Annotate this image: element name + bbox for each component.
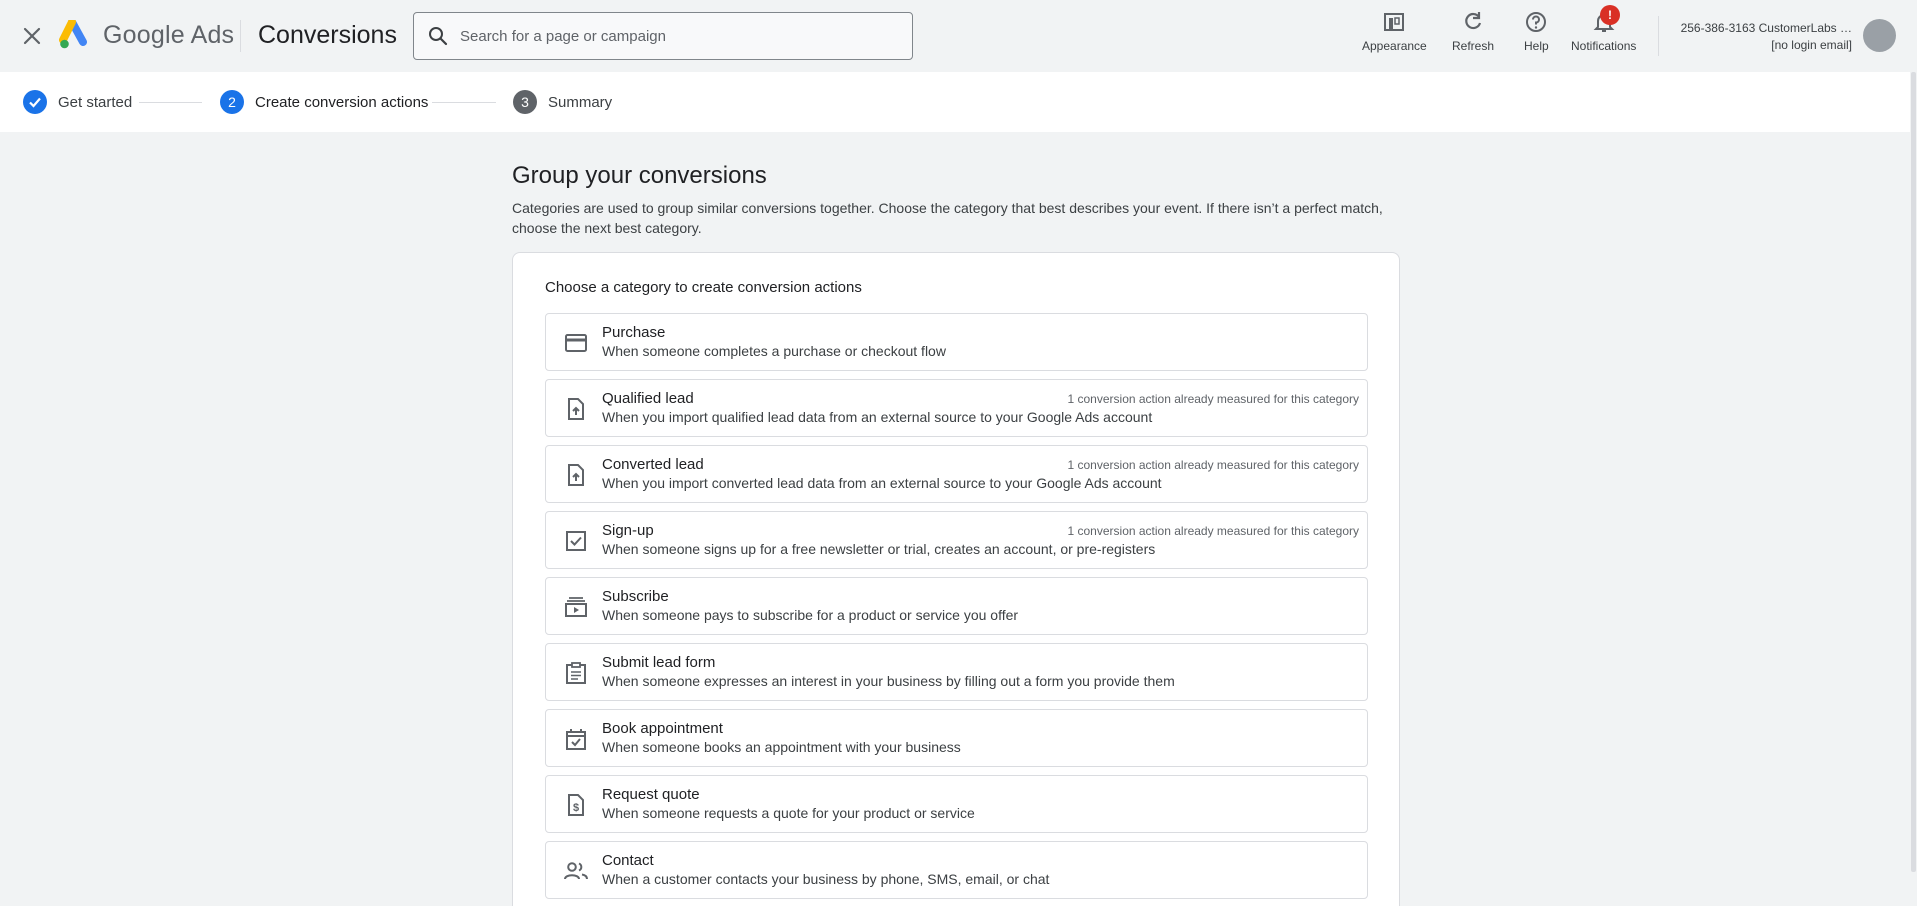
search-icon bbox=[426, 24, 450, 48]
search-box[interactable] bbox=[413, 12, 913, 60]
refresh-button[interactable]: Refresh bbox=[1452, 9, 1494, 59]
step-label: Create conversion actions bbox=[255, 93, 429, 111]
section-description: Categories are used to group similar con… bbox=[512, 200, 1383, 236]
appearance-icon bbox=[1382, 9, 1406, 35]
file-upload-icon bbox=[564, 397, 588, 421]
category-submit-lead-form[interactable]: Submit lead form When someone expresses … bbox=[545, 643, 1368, 701]
notifications-label: Notifications bbox=[1571, 39, 1637, 53]
people-icon bbox=[564, 859, 588, 883]
category-description: When a customer contacts your business b… bbox=[602, 871, 1050, 887]
category-title: Contact bbox=[602, 852, 654, 869]
avatar[interactable] bbox=[1863, 19, 1896, 52]
category-description: When someone signs up for a free newslet… bbox=[602, 541, 1156, 557]
category-description: When someone expresses an interest in yo… bbox=[602, 673, 1175, 689]
category-converted-lead[interactable]: Converted lead When you import converted… bbox=[545, 445, 1368, 503]
search-input[interactable] bbox=[460, 27, 900, 45]
category-title: Converted lead bbox=[602, 456, 704, 473]
category-description: When someone completes a purchase or che… bbox=[602, 343, 946, 359]
category-title: Subscribe bbox=[602, 588, 669, 605]
category-subscribe[interactable]: Subscribe When someone pays to subscribe… bbox=[545, 577, 1368, 635]
file-upload-icon bbox=[564, 463, 588, 487]
category-description: When someone requests a quote for your p… bbox=[602, 805, 975, 821]
header-divider bbox=[240, 20, 241, 52]
step-number: 3 bbox=[513, 90, 537, 114]
step-label: Get started bbox=[58, 93, 133, 111]
refresh-icon bbox=[1461, 9, 1485, 35]
clipboard-icon bbox=[564, 661, 588, 685]
category-title: Purchase bbox=[602, 324, 666, 341]
category-contact[interactable]: Contact When a customer contacts your bu… bbox=[545, 841, 1368, 899]
step-connector bbox=[432, 102, 496, 103]
product-name: Google Ads bbox=[103, 21, 235, 49]
category-qualified-lead[interactable]: Qualified lead When you import qualified… bbox=[545, 379, 1368, 437]
account-email: [no login email] bbox=[1771, 38, 1852, 52]
category-description: When someone pays to subscribe for a pro… bbox=[602, 607, 1019, 623]
help-button[interactable]: Help bbox=[1524, 9, 1549, 59]
help-icon bbox=[1524, 9, 1548, 35]
card-title: Choose a category to create conversion a… bbox=[545, 279, 862, 296]
step-connector bbox=[139, 102, 202, 103]
page-title: Conversions bbox=[258, 21, 397, 49]
credit-card-icon bbox=[564, 331, 588, 355]
category-title: Qualified lead bbox=[602, 390, 694, 407]
category-sign-up[interactable]: Sign-up When someone signs up for a free… bbox=[545, 511, 1368, 569]
category-title: Sign-up bbox=[602, 522, 654, 539]
scrollbar-thumb[interactable] bbox=[1911, 72, 1916, 872]
category-description: When someone books an appointment with y… bbox=[602, 739, 961, 755]
category-card: Choose a category to create conversion a… bbox=[512, 252, 1400, 906]
section-title: Group your conversions bbox=[512, 162, 767, 189]
top-app-bar: Google Ads Conversions Appearance Refres… bbox=[0, 0, 1917, 72]
appearance-button[interactable]: Appearance bbox=[1362, 9, 1427, 59]
account-name: 256-386-3163 CustomerLabs … bbox=[1680, 21, 1852, 35]
appearance-label: Appearance bbox=[1362, 39, 1427, 53]
help-label: Help bbox=[1524, 39, 1549, 53]
category-purchase[interactable]: Purchase When someone completes a purcha… bbox=[545, 313, 1368, 371]
request-quote-icon: $ bbox=[564, 793, 588, 817]
google-ads-logo-icon bbox=[59, 18, 93, 50]
close-icon[interactable] bbox=[20, 24, 44, 48]
category-note: 1 conversion action already measured for… bbox=[1067, 392, 1360, 406]
step-summary[interactable]: 3 Summary bbox=[513, 89, 612, 115]
step-get-started[interactable]: Get started bbox=[23, 89, 132, 115]
checkbox-icon bbox=[564, 529, 588, 553]
step-number: 2 bbox=[220, 90, 244, 114]
category-request-quote[interactable]: $ Request quote When someone requests a … bbox=[545, 775, 1368, 833]
category-description: When you import qualified lead data from… bbox=[602, 409, 1153, 425]
category-title: Book appointment bbox=[602, 720, 723, 737]
category-title: Request quote bbox=[602, 786, 700, 803]
refresh-label: Refresh bbox=[1452, 39, 1495, 53]
notification-badge: ! bbox=[1600, 5, 1620, 25]
category-description: When you import converted lead data from… bbox=[602, 475, 1162, 491]
svg-text:$: $ bbox=[573, 802, 579, 814]
notifications-button[interactable]: ! Notifications bbox=[1571, 5, 1637, 59]
toolbar-divider bbox=[1658, 16, 1659, 56]
account-info[interactable]: 256-386-3163 CustomerLabs … [no login em… bbox=[1660, 20, 1852, 54]
subscriptions-icon bbox=[564, 595, 588, 619]
category-title: Submit lead form bbox=[602, 654, 716, 671]
main-content: Group your conversions Categories are us… bbox=[512, 162, 1400, 238]
category-list: Purchase When someone completes a purcha… bbox=[545, 313, 1368, 906]
category-note: 1 conversion action already measured for… bbox=[1067, 524, 1360, 538]
progress-stepper: Get started 2 Create conversion actions … bbox=[0, 72, 1910, 132]
step-create-conversion-actions[interactable]: 2 Create conversion actions bbox=[220, 89, 428, 115]
step-label: Summary bbox=[548, 93, 613, 111]
event-available-icon bbox=[564, 727, 588, 751]
check-icon bbox=[23, 90, 47, 114]
category-book-appointment[interactable]: Book appointment When someone books an a… bbox=[545, 709, 1368, 767]
category-note: 1 conversion action already measured for… bbox=[1067, 458, 1360, 472]
